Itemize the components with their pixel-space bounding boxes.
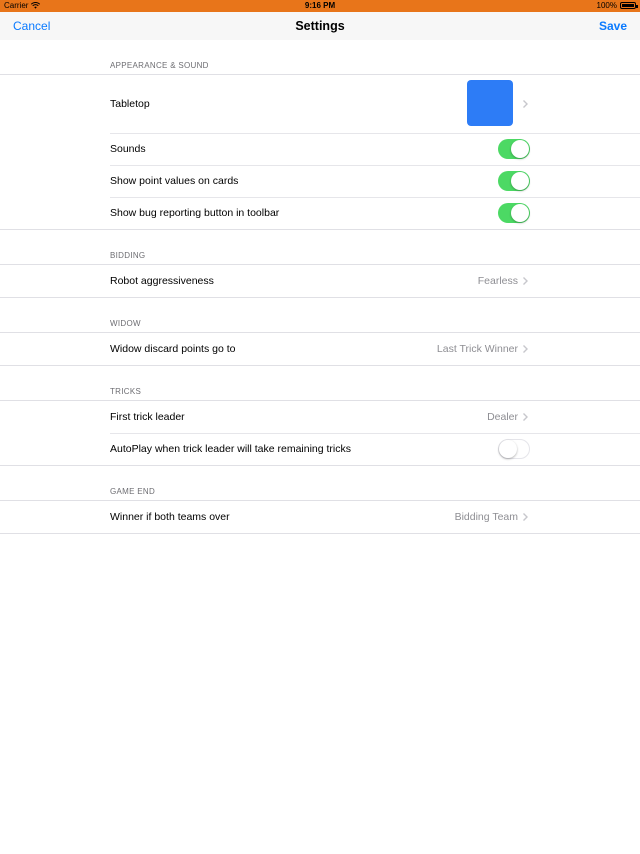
widow-discard-row[interactable]: Widow discard points go to Last Trick Wi… bbox=[0, 333, 640, 365]
tabletop-color-swatch bbox=[467, 80, 513, 126]
section-header-label: BIDDING bbox=[110, 251, 146, 260]
section-header-label: TRICKS bbox=[110, 387, 142, 396]
section-header-appearance: APPEARANCE & SOUND bbox=[0, 40, 640, 74]
chevron-right-icon bbox=[523, 413, 528, 421]
section-header-label: APPEARANCE & SOUND bbox=[110, 61, 209, 70]
chevron-right-icon bbox=[523, 100, 528, 108]
widow-group: Widow discard points go to Last Trick Wi… bbox=[0, 332, 640, 366]
battery-percent: 100% bbox=[596, 1, 617, 10]
battery-icon bbox=[620, 2, 638, 9]
robot-aggressiveness-value: Fearless bbox=[477, 275, 518, 287]
section-header-label: WIDOW bbox=[110, 319, 141, 328]
winner-label: Winner if both teams over bbox=[110, 511, 230, 523]
autoplay-label: AutoPlay when trick leader will take rem… bbox=[110, 443, 352, 455]
status-bar: Carrier 9:16 PM 100% bbox=[0, 0, 640, 12]
bug-button-label: Show bug reporting button in toolbar bbox=[110, 207, 280, 219]
first-trick-leader-row[interactable]: First trick leader Dealer bbox=[0, 401, 640, 433]
first-trick-leader-label: First trick leader bbox=[110, 411, 185, 423]
appearance-group: Tabletop Sounds Show point values on car… bbox=[0, 74, 640, 230]
bug-button-row: Show bug reporting button in toolbar bbox=[0, 197, 640, 229]
chevron-right-icon bbox=[523, 277, 528, 285]
point-values-toggle[interactable] bbox=[498, 171, 530, 191]
save-button[interactable]: Save bbox=[599, 19, 627, 33]
sounds-row: Sounds bbox=[0, 133, 640, 165]
widow-discard-label: Widow discard points go to bbox=[110, 343, 236, 355]
settings-list: APPEARANCE & SOUND Tabletop Sounds Show … bbox=[0, 40, 640, 534]
chevron-right-icon bbox=[523, 345, 528, 353]
bug-button-toggle[interactable] bbox=[498, 203, 530, 223]
chevron-right-icon bbox=[523, 513, 528, 521]
tricks-group: First trick leader Dealer AutoPlay when … bbox=[0, 400, 640, 466]
winner-value: Bidding Team bbox=[454, 511, 518, 523]
bidding-group: Robot aggressiveness Fearless bbox=[0, 264, 640, 298]
page-title: Settings bbox=[295, 19, 345, 33]
section-header-widow: WIDOW bbox=[0, 298, 640, 332]
section-header-tricks: TRICKS bbox=[0, 366, 640, 400]
sounds-toggle[interactable] bbox=[498, 139, 530, 159]
widow-discard-value: Last Trick Winner bbox=[436, 343, 518, 355]
tabletop-label: Tabletop bbox=[110, 98, 150, 110]
first-trick-leader-value: Dealer bbox=[487, 411, 518, 423]
robot-aggressiveness-row[interactable]: Robot aggressiveness Fearless bbox=[0, 265, 640, 297]
point-values-row: Show point values on cards bbox=[0, 165, 640, 197]
section-header-bidding: BIDDING bbox=[0, 230, 640, 264]
navigation-bar: Cancel Settings Save bbox=[0, 12, 640, 40]
section-header-game-end: GAME END bbox=[0, 466, 640, 500]
tabletop-row[interactable]: Tabletop bbox=[0, 75, 640, 133]
section-header-label: GAME END bbox=[110, 487, 156, 496]
autoplay-row: AutoPlay when trick leader will take rem… bbox=[0, 433, 640, 465]
status-time: 9:16 PM bbox=[304, 1, 336, 10]
sounds-label: Sounds bbox=[110, 143, 146, 155]
robot-aggressiveness-label: Robot aggressiveness bbox=[110, 275, 214, 287]
winner-row[interactable]: Winner if both teams over Bidding Team bbox=[0, 501, 640, 533]
autoplay-toggle[interactable] bbox=[498, 439, 530, 459]
game-end-group: Winner if both teams over Bidding Team bbox=[0, 500, 640, 534]
point-values-label: Show point values on cards bbox=[110, 175, 239, 187]
status-right: 100% bbox=[596, 1, 638, 10]
